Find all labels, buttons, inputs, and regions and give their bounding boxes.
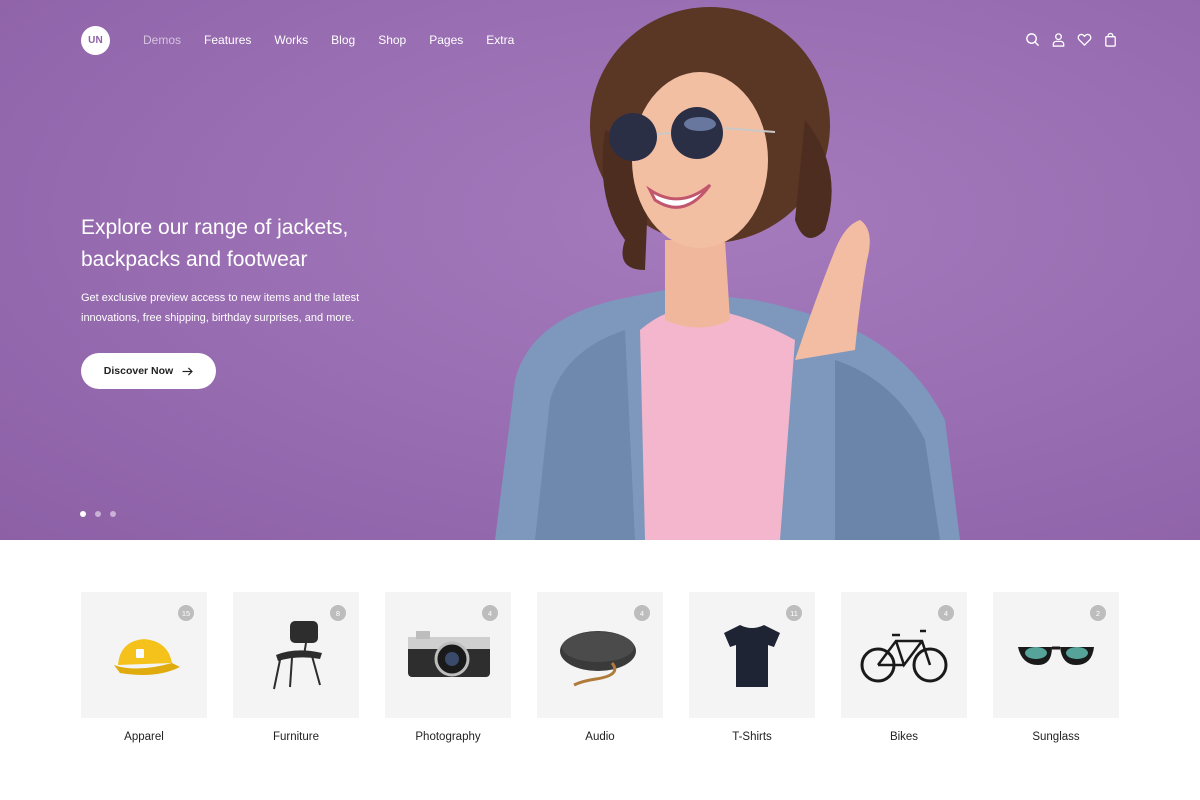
category-tile: 8 [233, 592, 359, 718]
category-card-tshirts[interactable]: 11 T-Shirts [689, 592, 815, 743]
category-card-bikes[interactable]: 4 Bikes [841, 592, 967, 743]
category-tile: 2 [993, 592, 1119, 718]
category-card-furniture[interactable]: 8 Furniture [233, 592, 359, 743]
category-label: Sunglass [1032, 731, 1080, 743]
slider-dot-1[interactable] [80, 511, 86, 517]
count-badge: 4 [634, 605, 650, 621]
category-label: Photography [415, 731, 481, 743]
user-icon[interactable] [1051, 32, 1066, 47]
bag-icon[interactable] [1103, 32, 1118, 47]
category-list: 15 Apparel 8 Furniture 4 Photography 4 A… [81, 592, 1119, 743]
count-badge: 15 [178, 605, 194, 621]
speaker-icon [560, 631, 636, 687]
hero-banner: UN Demos Features Works Blog Shop Pages … [0, 0, 1200, 540]
nav-item-works[interactable]: Works [274, 33, 308, 47]
count-badge: 11 [786, 605, 802, 621]
category-tile: 4 [537, 592, 663, 718]
brand-logo[interactable]: UN [81, 26, 110, 55]
slider-dots [80, 511, 116, 517]
bike-icon [860, 629, 948, 683]
camera-icon [408, 631, 490, 677]
count-badge: 4 [938, 605, 954, 621]
category-label: T-Shirts [732, 731, 772, 743]
nav-item-features[interactable]: Features [204, 33, 251, 47]
category-card-apparel[interactable]: 15 Apparel [81, 592, 207, 743]
hero-subtitle: Get exclusive preview access to new item… [81, 292, 360, 324]
category-tile: 15 [81, 592, 207, 718]
search-icon[interactable] [1025, 32, 1040, 47]
category-tile: 4 [841, 592, 967, 718]
category-tile: 4 [385, 592, 511, 718]
cap-icon [114, 639, 180, 675]
hero-model-image [495, 7, 960, 540]
count-badge: 2 [1090, 605, 1106, 621]
slider-dot-3[interactable] [110, 511, 116, 517]
category-label: Furniture [272, 731, 320, 743]
header-actions [1025, 32, 1118, 47]
category-card-sunglass[interactable]: 2 Sunglass [993, 592, 1119, 743]
heart-icon[interactable] [1077, 32, 1092, 47]
nav-item-pages[interactable]: Pages [429, 33, 463, 47]
count-badge: 8 [330, 605, 346, 621]
arrow-right-icon [182, 366, 194, 376]
main-nav: Demos Features Works Blog Shop Pages Ext… [143, 33, 514, 47]
nav-item-demos[interactable]: Demos [143, 33, 181, 47]
count-badge: 4 [482, 605, 498, 621]
tshirt-icon [724, 625, 780, 687]
sunglasses-icon [1018, 646, 1094, 665]
category-label: Audio [585, 731, 615, 743]
category-card-audio[interactable]: 4 Audio [537, 592, 663, 743]
chair-icon [273, 621, 322, 690]
category-label: Apparel [124, 731, 164, 743]
nav-item-blog[interactable]: Blog [331, 33, 355, 47]
discover-now-button[interactable]: Discover Now [81, 353, 216, 389]
cta-label: Discover Now [103, 365, 174, 377]
hero-title: Explore our range of jackets, backpacks … [81, 216, 349, 271]
category-card-photography[interactable]: 4 Photography [385, 592, 511, 743]
nav-item-shop[interactable]: Shop [378, 33, 406, 47]
slider-dot-2[interactable] [95, 511, 101, 517]
category-label: Bikes [889, 731, 919, 743]
category-tile: 11 [689, 592, 815, 718]
